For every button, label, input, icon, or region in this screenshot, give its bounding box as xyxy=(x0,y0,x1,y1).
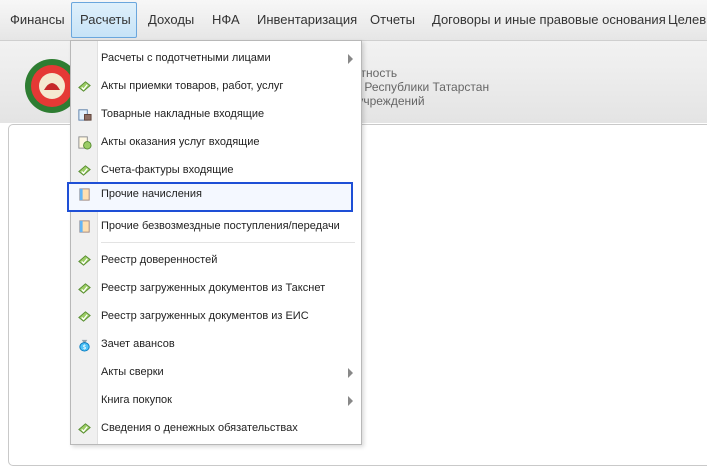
header-text-line-2: ов Республики Татарстан xyxy=(348,80,490,94)
menu-item-other-accruals[interactable]: Прочие начисления xyxy=(67,182,353,212)
menu-item-label: Акты приемки товаров, работ, услуг xyxy=(101,80,284,92)
approve-document-icon xyxy=(78,81,91,92)
submenu-arrow-icon xyxy=(348,368,353,378)
menu-item-service-acts-incoming[interactable]: Акты оказания услуг входящие xyxy=(71,130,361,156)
approve-document-icon xyxy=(78,255,91,266)
menu-item-label: Сведения о денежных обязательствах xyxy=(101,422,298,434)
approve-document-icon xyxy=(78,311,91,322)
book-icon xyxy=(79,220,90,233)
submenu-arrow-icon xyxy=(348,54,353,64)
menu-income[interactable]: Доходы xyxy=(148,0,194,40)
approve-document-icon xyxy=(78,423,91,434)
settlements-dropdown-menu: Расчеты с подотчетными лицами Акты прием… xyxy=(67,40,362,445)
menu-item-label: Счета-фактуры входящие xyxy=(101,164,234,176)
submenu-arrow-icon xyxy=(348,396,353,406)
menu-item-invoices-incoming[interactable]: Счета-фактуры входящие xyxy=(71,158,361,184)
menu-item-label: Акты оказания услуг входящие xyxy=(101,136,260,148)
menu-item-label: Товарные накладные входящие xyxy=(101,108,265,120)
menu-inventory[interactable]: Инвентаризация xyxy=(257,0,357,40)
menu-item-waybills-incoming[interactable]: Товарные накладные входящие xyxy=(71,102,361,128)
menu-item-power-of-attorney-registry[interactable]: Реестр доверенностей xyxy=(71,248,361,274)
menu-item-label: Прочие безвозмездные поступления/передач… xyxy=(101,220,340,232)
book-icon xyxy=(79,188,90,201)
menu-settlements[interactable]: Расчеты xyxy=(71,2,137,38)
menu-item-label: Реестр загруженных документов из Такснет xyxy=(101,282,326,294)
menu-item-purchase-book[interactable]: Книга покупок xyxy=(71,388,361,414)
menu-item-label: Книга покупок xyxy=(101,394,172,406)
menu-target[interactable]: Целев xyxy=(668,0,706,40)
menu-item-monetary-obligations-info[interactable]: Сведения о денежных обязательствах xyxy=(71,416,361,442)
menu-item-label: Реестр загруженных документов из ЕИС xyxy=(101,310,309,322)
menu-item-other-gratuitous-transfers[interactable]: Прочие безвозмездные поступления/передач… xyxy=(71,214,361,240)
money-bag-icon: $ xyxy=(79,339,90,352)
menu-item-label: Зачет авансов xyxy=(101,338,175,350)
menu-item-label: Расчеты с подотчетными лицами xyxy=(101,52,271,64)
menu-item-accountable-persons[interactable]: Расчеты с подотчетными лицами xyxy=(71,46,361,72)
menu-item-label: Реестр доверенностей xyxy=(101,254,218,266)
service-document-icon xyxy=(78,136,92,150)
invoice-box-icon xyxy=(78,109,92,121)
menu-finance[interactable]: Финансы xyxy=(10,0,65,40)
menu-contracts[interactable]: Договоры и иные правовые основания xyxy=(432,0,666,40)
menu-item-advance-offset[interactable]: $ Зачет авансов xyxy=(71,332,361,358)
top-menu-bar: Финансы Расчеты Доходы НФА Инвентаризаци… xyxy=(0,0,707,41)
menu-item-reconciliation-acts[interactable]: Акты сверки xyxy=(71,360,361,386)
menu-reports[interactable]: Отчеты xyxy=(370,0,415,40)
approve-document-icon xyxy=(78,283,91,294)
menu-item-label: Акты сверки xyxy=(101,366,164,378)
menu-item-taxnet-documents-registry[interactable]: Реестр загруженных документов из Такснет xyxy=(71,276,361,302)
menu-separator xyxy=(101,242,355,243)
menu-item-eis-documents-registry[interactable]: Реестр загруженных документов из ЕИС xyxy=(71,304,361,330)
svg-text:$: $ xyxy=(82,343,86,351)
menu-item-label: Прочие начисления xyxy=(101,188,202,200)
menu-item-acceptance-acts[interactable]: Акты приемки товаров, работ, услуг xyxy=(71,74,361,100)
approve-document-icon xyxy=(78,165,91,176)
menu-nfa[interactable]: НФА xyxy=(212,0,240,40)
